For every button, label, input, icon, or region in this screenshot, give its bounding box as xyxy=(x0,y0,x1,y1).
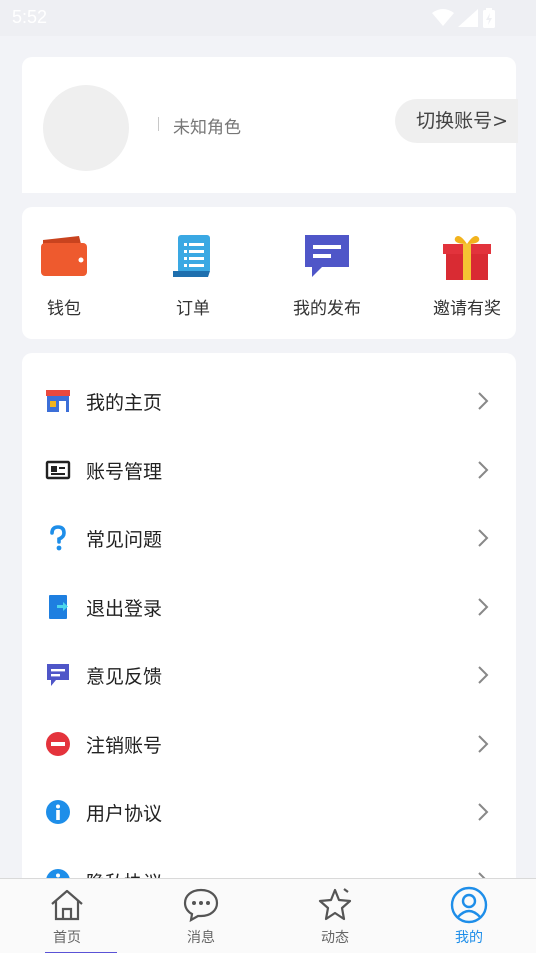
avatar[interactable] xyxy=(43,85,129,171)
menu-item-homepage[interactable]: 我的主页 xyxy=(22,367,516,435)
chevron-right-icon xyxy=(478,872,486,878)
menu-item-label: 我的主页 xyxy=(86,391,163,414)
chevron-right-icon xyxy=(478,529,489,547)
menu-card: 我的主页 账号管理 常见问题 退出登录 意见反馈 注销账号 用户协议 xyxy=(22,353,516,878)
nav-tab-me[interactable]: 我的 xyxy=(429,885,509,947)
chevron-right-icon xyxy=(478,461,489,479)
menu-item-label: 意见反馈 xyxy=(86,665,163,688)
quick-action-invite[interactable]: 邀请有奖 xyxy=(419,229,515,319)
menu-item-label: 退出登录 xyxy=(86,597,163,620)
quick-action-orders[interactable]: 订单 xyxy=(145,229,241,319)
menu-item-delete-account[interactable]: 注销账号 xyxy=(22,710,516,778)
chevron-right-icon xyxy=(478,666,489,684)
quick-action-label: 我的发布 xyxy=(293,299,361,319)
chevron-right-icon xyxy=(478,392,489,410)
wallet-icon xyxy=(37,229,91,283)
order-list-icon xyxy=(166,229,220,283)
quick-actions-card: 钱包 订单 我的发布 邀请有奖 xyxy=(22,207,516,339)
status-icons xyxy=(432,8,496,28)
nav-label: 消息 xyxy=(187,930,215,946)
battery-icon xyxy=(483,8,495,28)
menu-item-logout[interactable]: 退出登录 xyxy=(22,573,516,641)
nav-tab-messages[interactable]: 消息 xyxy=(161,885,241,947)
wifi-icon xyxy=(432,9,454,26)
minus-circle-icon xyxy=(44,730,72,758)
menu-item-account-management[interactable]: 账号管理 xyxy=(22,436,516,504)
menu-item-label: 注销账号 xyxy=(86,734,163,757)
info-icon xyxy=(44,798,72,826)
profile-card: 未知角色 切换账号> xyxy=(22,57,518,193)
bottom-nav: 首页 消息 动态 我的 xyxy=(0,878,536,953)
nav-label: 首页 xyxy=(53,930,81,946)
menu-item-faq[interactable]: 常见问题 xyxy=(22,504,516,572)
id-card-icon xyxy=(44,456,72,484)
chevron-right-icon xyxy=(478,598,489,616)
info-icon xyxy=(44,867,72,878)
message-icon xyxy=(300,229,354,283)
chevron-right-icon xyxy=(478,803,489,821)
quick-action-label: 钱包 xyxy=(47,299,81,319)
menu-item-label: 账号管理 xyxy=(86,460,163,483)
menu-item-feedback[interactable]: 意见反馈 xyxy=(22,641,516,709)
quick-action-wallet[interactable]: 钱包 xyxy=(16,229,112,319)
home-icon xyxy=(47,885,87,925)
star-icon xyxy=(315,885,355,925)
gift-icon xyxy=(440,229,494,283)
nav-tab-home[interactable]: 首页 xyxy=(27,885,107,947)
shop-icon xyxy=(44,387,72,415)
menu-item-label: 常见问题 xyxy=(86,528,163,551)
quick-action-label: 邀请有奖 xyxy=(433,299,501,319)
question-icon xyxy=(44,524,72,552)
role-divider xyxy=(158,117,159,131)
signal-icon xyxy=(458,9,478,27)
quick-action-my-posts[interactable]: 我的发布 xyxy=(279,229,375,319)
feedback-icon xyxy=(44,661,72,689)
status-bar: 5:52 xyxy=(0,0,536,36)
chat-icon xyxy=(181,885,221,925)
switch-account-button[interactable]: 切换账号> xyxy=(395,99,518,143)
menu-item-user-agreement[interactable]: 用户协议 xyxy=(22,778,516,846)
menu-item-privacy-policy[interactable]: 隐私协议 xyxy=(22,847,516,878)
user-icon xyxy=(449,885,489,925)
nav-tab-moments[interactable]: 动态 xyxy=(295,885,375,947)
chevron-right-icon xyxy=(478,735,489,753)
role-text: 未知角色 xyxy=(173,118,241,138)
quick-action-label: 订单 xyxy=(176,299,210,319)
nav-label: 我的 xyxy=(455,930,483,946)
logout-icon xyxy=(44,593,72,621)
status-time: 5:52 xyxy=(12,7,48,27)
nav-label: 动态 xyxy=(321,930,349,946)
menu-item-label: 隐私协议 xyxy=(86,868,162,879)
menu-item-label: 用户协议 xyxy=(86,802,163,825)
